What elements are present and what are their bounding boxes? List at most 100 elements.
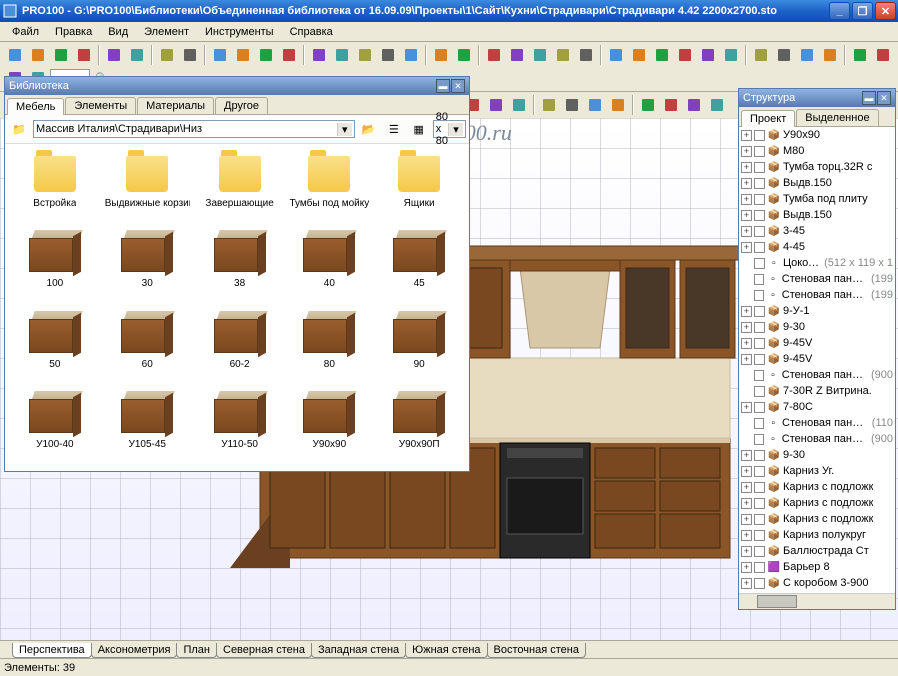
toolbar-button-tb1-32[interactable] bbox=[796, 44, 818, 66]
toolbar-button-tb2-21[interactable] bbox=[508, 94, 530, 116]
tree-checkbox[interactable] bbox=[754, 498, 765, 509]
tree-row[interactable]: +📦Карниз с подложк bbox=[739, 495, 895, 511]
view-tab-Восточная стена[interactable]: Восточная стена bbox=[487, 643, 586, 658]
structure-titlebar[interactable]: Структура ▬ ✕ bbox=[739, 89, 895, 107]
tree-row[interactable]: +📦Баллюстрада Ст bbox=[739, 543, 895, 559]
tree-row[interactable]: +📦Карниз с подложк bbox=[739, 479, 895, 495]
toolbar-button-tb2-26[interactable] bbox=[637, 94, 659, 116]
tree-checkbox[interactable] bbox=[754, 386, 765, 397]
library-item[interactable]: 50 bbox=[13, 307, 97, 383]
toolbar-button-tb1-31[interactable] bbox=[773, 44, 795, 66]
tree-row[interactable]: +📦С коробом 3-900 bbox=[739, 575, 895, 591]
tree-expand-icon[interactable]: + bbox=[741, 338, 752, 349]
tree-checkbox[interactable] bbox=[754, 530, 765, 541]
tree-expand-icon[interactable]: + bbox=[741, 354, 752, 365]
tree-checkbox[interactable] bbox=[754, 370, 765, 381]
toolbar-button-tb2-22[interactable] bbox=[538, 94, 560, 116]
tree-checkbox[interactable] bbox=[754, 242, 765, 253]
library-body[interactable]: ВстройкаВыдвижные корзиныЗавершающиеТумб… bbox=[5, 144, 469, 471]
library-item[interactable]: 80 bbox=[285, 307, 373, 383]
tree-checkbox[interactable] bbox=[754, 226, 765, 237]
library-tab-Элементы[interactable]: Элементы bbox=[65, 97, 136, 114]
chevron-down-icon[interactable]: ▾ bbox=[337, 123, 352, 136]
library-item[interactable]: У105-45 bbox=[101, 387, 194, 463]
view-tab-План[interactable]: План bbox=[176, 643, 217, 658]
tree-checkbox[interactable] bbox=[754, 194, 765, 205]
library-item[interactable]: 45 bbox=[377, 226, 461, 302]
menu-Инструменты[interactable]: Инструменты bbox=[197, 24, 282, 40]
toolbar-button-tb2-23[interactable] bbox=[561, 94, 583, 116]
structure-hscroll[interactable] bbox=[739, 593, 895, 609]
tree-expand-icon[interactable]: + bbox=[741, 466, 752, 477]
toolbar-button-tb2-28[interactable] bbox=[683, 94, 705, 116]
library-close-button[interactable]: ✕ bbox=[451, 79, 465, 93]
toolbar-button-tb1-0[interactable] bbox=[4, 44, 26, 66]
tree-expand-icon[interactable]: + bbox=[741, 322, 752, 333]
toolbar-button-tb1-11[interactable] bbox=[278, 44, 300, 66]
view-tab-Аксонометрия[interactable]: Аксонометрия bbox=[91, 643, 178, 658]
toolbar-button-tb2-29[interactable] bbox=[706, 94, 728, 116]
tree-checkbox[interactable] bbox=[754, 338, 765, 349]
library-path-combo[interactable]: Массив Италия\Страдивари\Низ ▾ bbox=[33, 120, 355, 138]
library-item[interactable]: 40 bbox=[285, 226, 373, 302]
toolbar-button-tb2-24[interactable] bbox=[584, 94, 606, 116]
tree-checkbox[interactable] bbox=[754, 274, 765, 285]
library-item[interactable]: У100-40 bbox=[13, 387, 97, 463]
tree-row[interactable]: +📦9-45V bbox=[739, 351, 895, 367]
toolbar-button-tb1-26[interactable] bbox=[651, 44, 673, 66]
view-tab-Западная стена[interactable]: Западная стена bbox=[311, 643, 406, 658]
toolbar-button-tb1-21[interactable] bbox=[529, 44, 551, 66]
tree-row[interactable]: ▫Стеновая панель(110 bbox=[739, 415, 895, 431]
tree-expand-icon[interactable]: + bbox=[741, 530, 752, 541]
tree-row[interactable]: ▫Стеновая панель(900 bbox=[739, 431, 895, 447]
toolbar-button-tb1-28[interactable] bbox=[697, 44, 719, 66]
tree-checkbox[interactable] bbox=[754, 418, 765, 429]
tree-row[interactable]: +📦3-45 bbox=[739, 223, 895, 239]
tree-checkbox[interactable] bbox=[754, 258, 765, 269]
tree-checkbox[interactable] bbox=[754, 578, 765, 589]
view-tab-Южная стена[interactable]: Южная стена bbox=[405, 643, 487, 658]
library-folder[interactable]: Встройка bbox=[13, 152, 97, 222]
structure-tree[interactable]: +📦У90x90+📦М80+📦Тумба торц.32R с+📦Выдв.15… bbox=[739, 127, 895, 593]
toolbar-button-tb1-17[interactable] bbox=[430, 44, 452, 66]
tree-checkbox[interactable] bbox=[754, 146, 765, 157]
close-button[interactable]: ✕ bbox=[875, 2, 896, 20]
tree-expand-icon[interactable]: + bbox=[741, 482, 752, 493]
toolbar-button-tb1-34[interactable] bbox=[849, 44, 871, 66]
toolbar-button-tb1-33[interactable] bbox=[819, 44, 841, 66]
toolbar-button-tb1-35[interactable] bbox=[872, 44, 894, 66]
menu-Файл[interactable]: Файл bbox=[4, 24, 47, 40]
toolbar-button-tb2-20[interactable] bbox=[485, 94, 507, 116]
tree-row[interactable]: +📦9-45V bbox=[739, 335, 895, 351]
toolbar-button-tb1-16[interactable] bbox=[400, 44, 422, 66]
chevron-down-icon[interactable]: ▾ bbox=[448, 123, 463, 136]
tree-row[interactable]: +📦Карниз с подложк bbox=[739, 511, 895, 527]
tree-checkbox[interactable] bbox=[754, 450, 765, 461]
tree-checkbox[interactable] bbox=[754, 306, 765, 317]
toolbar-button-tb1-13[interactable] bbox=[331, 44, 353, 66]
tree-expand-icon[interactable]: + bbox=[741, 498, 752, 509]
toolbar-button-tb1-8[interactable] bbox=[209, 44, 231, 66]
tree-checkbox[interactable] bbox=[754, 322, 765, 333]
tree-row[interactable]: +🟪Барьер 8 bbox=[739, 559, 895, 575]
structure-close-button[interactable]: ✕ bbox=[877, 91, 891, 105]
toolbar-button-tb1-22[interactable] bbox=[552, 44, 574, 66]
library-titlebar[interactable]: Библиотека ▬ ✕ bbox=[5, 77, 469, 95]
tree-row[interactable]: +📦Тумба под плиту bbox=[739, 191, 895, 207]
library-folder[interactable]: Ящики bbox=[377, 152, 461, 222]
toolbar-button-tb1-29[interactable] bbox=[720, 44, 742, 66]
tree-expand-icon[interactable]: + bbox=[741, 162, 752, 173]
toolbar-button-tb1-4[interactable] bbox=[103, 44, 125, 66]
tree-checkbox[interactable] bbox=[754, 546, 765, 557]
toolbar-button-tb1-14[interactable] bbox=[354, 44, 376, 66]
toolbar-button-tb2-25[interactable] bbox=[607, 94, 629, 116]
toolbar-button-tb1-23[interactable] bbox=[575, 44, 597, 66]
tree-row[interactable]: +📦М80 bbox=[739, 143, 895, 159]
menu-Элемент[interactable]: Элемент bbox=[136, 24, 197, 40]
tree-expand-icon[interactable]: + bbox=[741, 578, 752, 589]
tree-checkbox[interactable] bbox=[754, 210, 765, 221]
tree-expand-icon[interactable]: + bbox=[741, 210, 752, 221]
tree-expand-icon[interactable]: + bbox=[741, 226, 752, 237]
tree-checkbox[interactable] bbox=[754, 402, 765, 413]
tree-row[interactable]: +📦9-У-1 bbox=[739, 303, 895, 319]
